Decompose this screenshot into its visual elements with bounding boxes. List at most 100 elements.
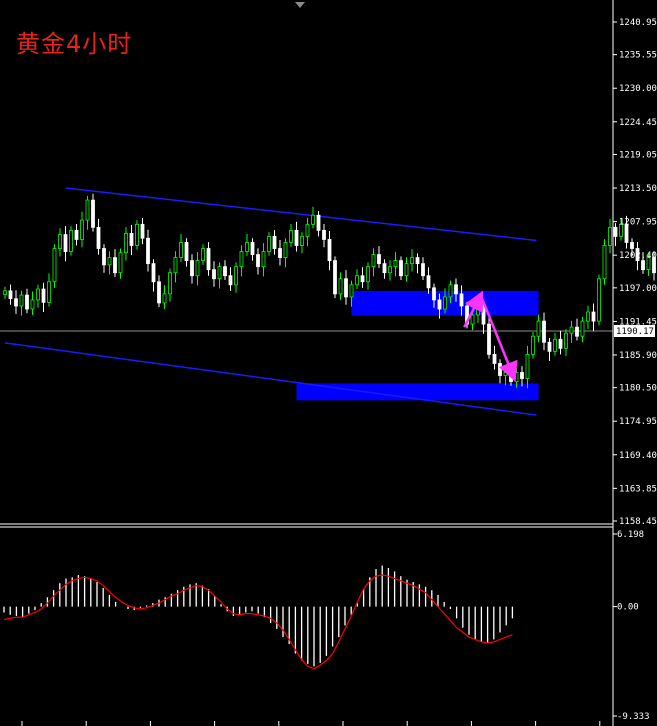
candle-body (498, 363, 502, 376)
candle-body (206, 248, 211, 271)
price-tick-label: 1219.05 (619, 150, 657, 160)
candle-body (91, 199, 95, 228)
candle-body (223, 266, 227, 277)
candle-body (311, 214, 315, 225)
candle-body (267, 236, 271, 252)
candle-body (443, 296, 447, 310)
macd-panel: 6.198 0.00 -9.333 (3, 530, 650, 722)
candle-body (151, 263, 156, 283)
candle-body (278, 248, 282, 258)
candlesticks (3, 193, 656, 389)
candle-body (558, 338, 563, 349)
candle-body (305, 223, 310, 237)
candle-body (283, 242, 288, 258)
candle-body (448, 284, 453, 298)
candle-body (349, 284, 354, 298)
price-zone (296, 383, 539, 401)
candle-body (608, 226, 612, 246)
candle-body (410, 257, 414, 265)
candle-body (3, 290, 7, 295)
candle-body (129, 232, 134, 246)
candle-body (140, 223, 145, 239)
candle-body (531, 335, 535, 355)
main-panel: 1240.95 1235.55 1230.00 1224.45 1219.05 1213.… (0, 0, 657, 726)
candle-body (316, 214, 321, 231)
candle-body (294, 229, 299, 246)
candle-body (157, 281, 161, 304)
current-price-label: 1190.17 (616, 327, 654, 337)
candle-body (470, 314, 475, 325)
price-tick-label: 1169.40 (619, 451, 657, 461)
candle-body (256, 254, 260, 268)
candle-body (14, 298, 18, 307)
candle-body (580, 320, 585, 337)
candle-body (437, 299, 442, 310)
candle-body (8, 290, 13, 300)
candle-body (591, 311, 596, 322)
scroll-marker-icon[interactable] (295, 2, 305, 8)
price-tick-label: 1197.00 (619, 284, 657, 294)
candle-body (58, 234, 62, 249)
candle-body (239, 251, 244, 268)
price-axis-ticks: 1240.95 1235.55 1230.00 1224.45 1219.05 1213.… (613, 18, 657, 527)
candle-body (102, 248, 106, 266)
candle-body (36, 288, 40, 301)
candle-body (272, 236, 277, 249)
candle-body (586, 311, 590, 322)
candle-body (168, 272, 172, 295)
chart-title: 黄金4小时 (16, 30, 133, 58)
candle-body (602, 245, 607, 280)
candle-body (388, 266, 392, 274)
candle-body (30, 299, 35, 310)
candle-body (85, 199, 90, 221)
candle-body (377, 254, 381, 265)
current-price-box: 1190.17 (614, 325, 655, 337)
candle-body (41, 288, 46, 303)
candle-body (355, 275, 359, 286)
candle-body (525, 353, 530, 379)
candle-body (25, 294, 29, 310)
candle-body (514, 372, 519, 382)
macd-axis-ticks: 6.198 0.00 -9.333 (613, 530, 650, 722)
candle-body (289, 229, 293, 243)
candle-body (96, 226, 101, 249)
candle-body (371, 254, 376, 268)
candle-body (360, 275, 365, 283)
candle-body (190, 260, 194, 277)
price-tick-label: 1185.90 (619, 351, 657, 361)
price-tick-label: 1163.85 (619, 484, 657, 494)
candle-body (19, 294, 24, 307)
candle-body (327, 239, 332, 262)
macd-tick-label: 6.198 (617, 530, 644, 540)
candle-body (487, 323, 491, 355)
candle-body (63, 234, 68, 252)
candle-body (564, 332, 568, 349)
price-tick-label: 1230.00 (619, 84, 657, 94)
price-tick-label: 1180.50 (619, 384, 657, 394)
candle-body (69, 229, 73, 252)
candle-body (399, 260, 403, 277)
price-tick-label: 1224.45 (619, 118, 657, 128)
candle-body (338, 278, 343, 295)
candle-body (234, 266, 238, 286)
candle-body (300, 236, 304, 246)
macd-histogram (3, 565, 514, 667)
candle-body (393, 260, 398, 268)
candle-body (597, 278, 601, 322)
macd-signal-line (3, 574, 513, 670)
candle-body (536, 320, 541, 337)
candle-body (426, 275, 431, 289)
price-tick-label: 1240.95 (619, 18, 657, 28)
candle-body (261, 251, 266, 268)
time-axis-ticks (21, 721, 601, 726)
trendline (4, 342, 537, 416)
candle-body (333, 260, 337, 295)
chart-canvas: 1240.95 1235.55 1230.00 1224.45 1219.05 1213.… (0, 0, 657, 726)
candle-body (322, 229, 326, 240)
candle-body (641, 260, 645, 271)
candle-body (613, 226, 618, 237)
candle-body (575, 326, 579, 337)
candle-body (547, 341, 552, 352)
candle-body (135, 223, 139, 246)
price-tick-label: 1235.55 (619, 51, 657, 61)
